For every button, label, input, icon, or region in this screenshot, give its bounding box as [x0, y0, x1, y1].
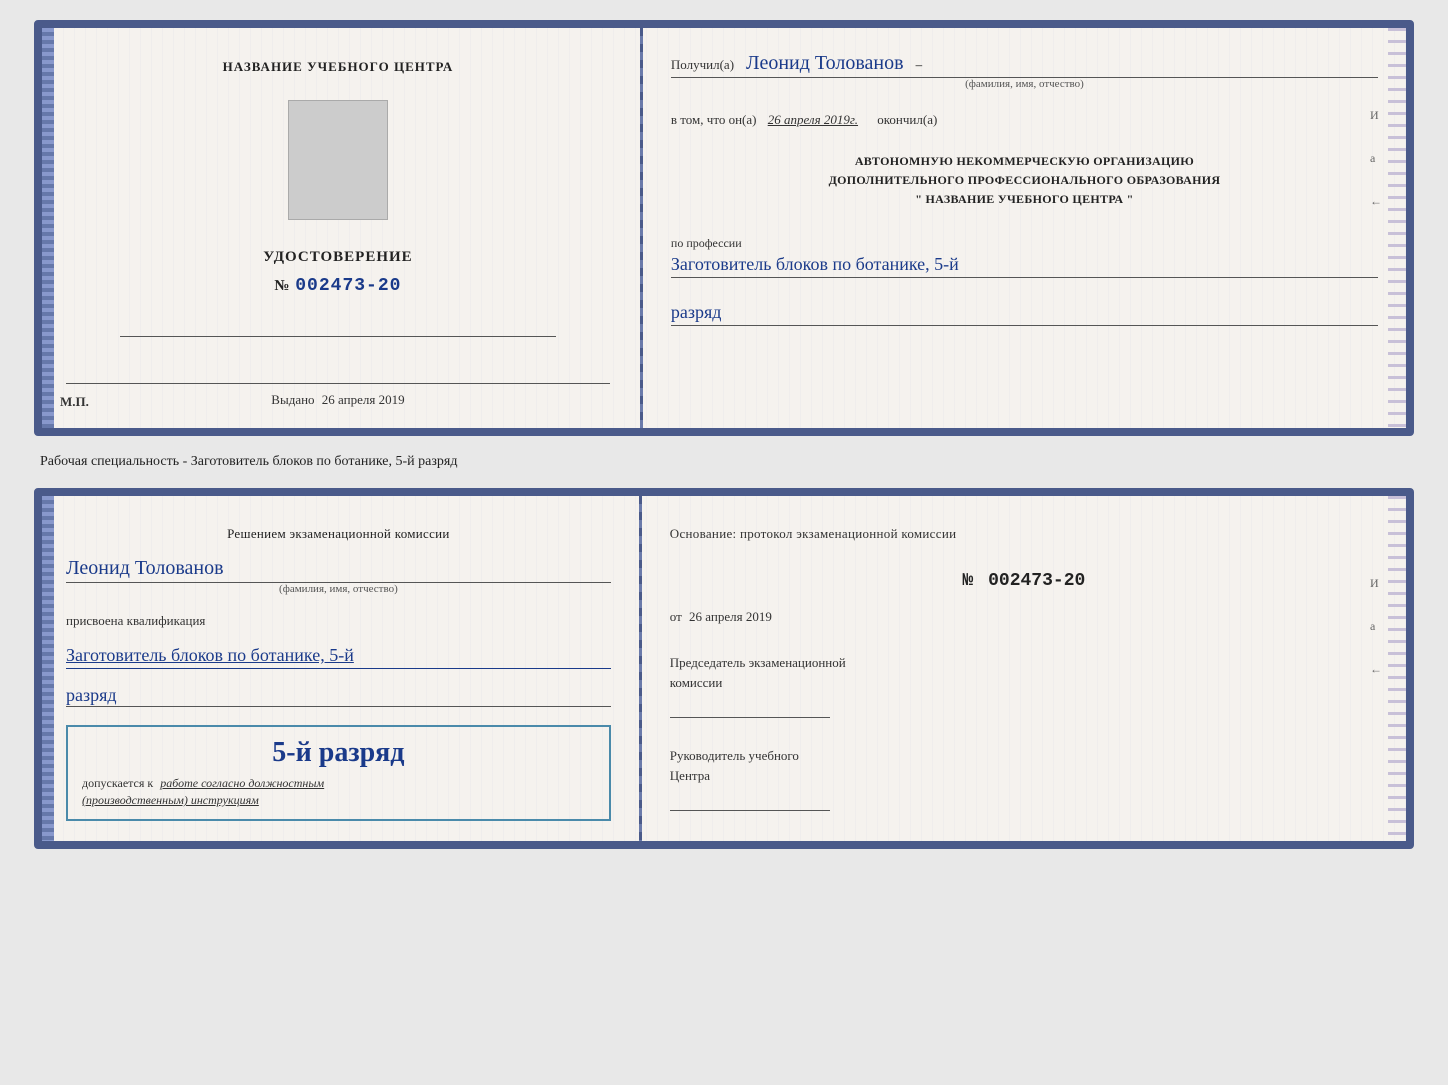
profession-block: по профессии Заготовитель блоков по бота…	[671, 234, 1378, 278]
bottom-cert-right-panel: Основание: протокол экзаменационной коми…	[642, 496, 1406, 841]
head-title2-text: Центра	[670, 768, 710, 783]
bottom-rank-block: разряд	[66, 679, 611, 707]
admit-text2: (производственным) инструкциям	[82, 793, 259, 807]
head-signature-line	[670, 791, 830, 811]
top-cert-right-panel: Получил(а) Леонид Толованов – (фамилия, …	[643, 28, 1406, 428]
from-prefix: от	[670, 609, 682, 624]
org-line3: " НАЗВАНИЕ УЧЕБНОГО ЦЕНТРА "	[671, 190, 1378, 209]
highlight-subtext: допускается к работе согласно должностны…	[82, 775, 595, 809]
doc-title: УДОСТОВЕРЕНИЕ	[263, 246, 413, 269]
bottom-person-block: Леонид Толованов (фамилия, имя, отчество…	[66, 557, 611, 595]
org-block: АВТОНОМНУЮ НЕКОММЕРЧЕСКУЮ ОРГАНИЗАЦИЮ ДО…	[671, 152, 1378, 210]
dash-separator: –	[916, 57, 923, 72]
side-marks: И а ←	[1370, 108, 1382, 209]
assigned-text: присвоена квалификация	[66, 613, 611, 629]
head-title1-text: Руководитель учебного	[670, 748, 799, 763]
doc-number-prefix: №	[274, 278, 290, 294]
issued-line: Выдано 26 апреля 2019	[66, 383, 610, 408]
bottom-rank-value: разряд	[66, 685, 611, 707]
org-line2: ДОПОЛНИТЕЛЬНОГО ПРОФЕССИОНАЛЬНОГО ОБРАЗО…	[671, 171, 1378, 190]
top-cert-left-panel: НАЗВАНИЕ УЧЕБНОГО ЦЕНТРА УДОСТОВЕРЕНИЕ №…	[42, 28, 640, 428]
bottom-profession-value: Заготовитель блоков по ботанике, 5-й	[66, 643, 611, 669]
highlight-box: 5-й разряд допускается к работе согласно…	[66, 725, 611, 821]
bottom-person-name: Леонид Толованов	[66, 557, 611, 583]
head-title: Руководитель учебного Центра	[670, 746, 1378, 785]
admit-prefix: допускается к	[82, 776, 153, 790]
from-date-block: от 26 апреля 2019	[670, 609, 1378, 625]
profession-value: Заготовитель блоков по ботанике, 5-й	[671, 254, 1378, 278]
chairman-title: Председатель экзаменационной комиссии	[670, 653, 1378, 692]
finished-word: окончил(а)	[877, 112, 937, 127]
middle-label: Рабочая специальность - Заготовитель бло…	[40, 454, 457, 470]
admit-text: работе согласно должностным	[160, 776, 324, 790]
received-prefix: Получил(а)	[671, 57, 734, 72]
bottom-name-label: (фамилия, имя, отчество)	[66, 583, 611, 595]
protocol-number: № 002473-20	[670, 571, 1378, 591]
received-block: Получил(а) Леонид Толованов – (фамилия, …	[671, 52, 1378, 90]
school-name-top: НАЗВАНИЕ УЧЕБНОГО ЦЕНТРА	[223, 58, 454, 76]
photo-placeholder	[288, 100, 388, 220]
date-block: в том, что он(а) 26 апреля 2019г. окончи…	[671, 112, 1378, 128]
protocol-block: № 002473-20	[670, 563, 1378, 591]
rank-value: разряд	[671, 302, 1378, 326]
highlight-rank: 5-й разряд	[82, 737, 595, 769]
protocol-prefix: №	[962, 571, 973, 591]
protocol-num: 002473-20	[988, 571, 1085, 591]
chairman-title-text: Председатель экзаменационной	[670, 655, 846, 670]
date-value: 26 апреля 2019г.	[768, 112, 858, 127]
rank-block: разряд	[671, 292, 1378, 326]
profession-label: по профессии	[671, 236, 742, 250]
name-label-top: (фамилия, имя, отчество)	[671, 78, 1378, 90]
org-line1: АВТОНОМНУЮ НЕКОММЕРЧЕСКУЮ ОРГАНИЗАЦИЮ	[671, 152, 1378, 171]
bottom-profession-block: Заготовитель блоков по ботанике, 5-й	[66, 639, 611, 669]
head-block: Руководитель учебного Центра	[670, 746, 1378, 811]
chairman-title2-text: комиссии	[670, 675, 723, 690]
mp-label: М.П.	[60, 394, 89, 410]
from-date: 26 апреля 2019	[689, 609, 772, 624]
bottom-side-marks: И а ←	[1370, 576, 1382, 677]
chairman-signature-line	[670, 698, 830, 718]
issued-prefix: Выдано	[271, 392, 314, 407]
date-prefix: в том, что он(а)	[671, 112, 757, 127]
bottom-cert-left-panel: Решением экзаменационной комиссии Леонид…	[42, 496, 639, 841]
recipient-name: Леонид Толованов	[746, 52, 904, 74]
side-mark-1: И	[1370, 108, 1382, 123]
bottom-side-mark-3: ←	[1370, 662, 1382, 677]
side-mark-3: ←	[1370, 194, 1382, 209]
bottom-side-mark-1: И	[1370, 576, 1382, 591]
chairman-block: Председатель экзаменационной комиссии	[670, 653, 1378, 718]
side-mark-2: а	[1370, 151, 1382, 166]
doc-number: 002473-20	[295, 276, 401, 296]
bottom-side-mark-2: а	[1370, 619, 1382, 634]
decision-text: Решением экзаменационной комиссии	[66, 524, 611, 544]
issued-date: 26 апреля 2019	[322, 392, 405, 407]
basis-text: Основание: протокол экзаменационной коми…	[670, 524, 1378, 544]
top-certificate: НАЗВАНИЕ УЧЕБНОГО ЦЕНТРА УДОСТОВЕРЕНИЕ №…	[34, 20, 1414, 436]
bottom-certificate: Решением экзаменационной комиссии Леонид…	[34, 488, 1414, 849]
